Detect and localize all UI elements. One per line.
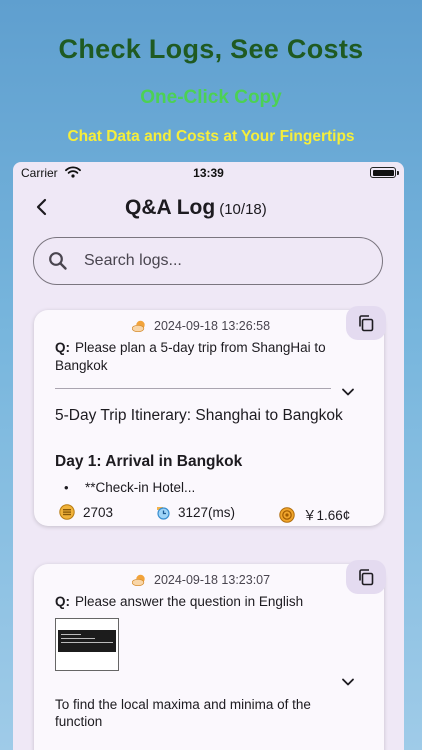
nav-bar: Q&A Log (10/18): [13, 188, 404, 228]
log-timestamp-text: 2024-09-18 13:26:58: [154, 319, 271, 333]
search-bar[interactable]: [33, 237, 383, 285]
back-button[interactable]: [31, 196, 53, 218]
log-timestamp: 2024-09-18 13:26:58: [132, 319, 270, 333]
status-bar: Carrier 13:39: [13, 162, 404, 184]
log-count: (10/18): [219, 201, 267, 218]
log-stats: 2703 3127(ms) ￥1.66¢: [34, 504, 384, 524]
timer-icon: [157, 507, 170, 520]
token-count: 2703: [83, 505, 114, 520]
status-time: 13:39: [193, 166, 224, 180]
answer-text: To find the local maxima and minima of t…: [55, 697, 311, 729]
duration-value: 3127(ms): [178, 505, 236, 520]
question-prefix: Q:: [55, 340, 70, 355]
question-text: Please answer the question in English: [75, 594, 304, 609]
question-prefix: Q:: [55, 594, 70, 609]
copy-icon: [359, 569, 374, 586]
bullet-dot: •: [64, 480, 69, 495]
cost-stat: ￥1.66¢: [279, 504, 350, 524]
bullet-text: **Check-in Hotel...: [85, 480, 196, 495]
promo-tagline: Chat Data and Costs at Your Fingertips: [67, 128, 355, 145]
coin-stack-icon: [59, 504, 75, 520]
log-timestamp-text: 2024-09-18 13:23:07: [154, 573, 271, 587]
promo-subtitle: One-Click Copy: [140, 87, 282, 108]
copy-icon: [359, 315, 374, 332]
thumbnail-code-block: [58, 630, 116, 652]
log-timestamp: 2024-09-18 13:23:07: [132, 573, 270, 587]
duration-stat: 3127(ms): [154, 504, 235, 520]
battery-icon: [370, 167, 399, 178]
chevron-down-icon[interactable]: [340, 387, 356, 397]
search-icon: [49, 252, 67, 270]
cloud-sun-icon: [132, 574, 145, 586]
cost-value: ￥1.66¢: [303, 508, 351, 523]
answer-title: 5-Day Trip Itinerary: Shanghai to Bangko…: [55, 407, 343, 424]
page-title: Q&A Log (10/18): [125, 196, 267, 220]
search-input[interactable]: [84, 248, 364, 274]
copy-button[interactable]: [346, 306, 386, 340]
answer-heading: Day 1: Arrival in Bangkok: [55, 453, 243, 470]
log-card[interactable]: 2024-09-18 13:23:07 Q: Please answer the …: [34, 560, 386, 750]
question-text: Please plan a 5-day trip from ShangHai t…: [55, 340, 326, 373]
promo-title: Check Logs, See Costs: [58, 34, 364, 64]
page-title-text: Q&A Log: [125, 196, 216, 219]
copy-button[interactable]: [346, 560, 386, 594]
token-stat: 2703: [59, 504, 113, 520]
log-question: Q: Please answer the question in English: [55, 593, 365, 611]
phone-screen: Carrier 13:39 Q&A Log (10/18) Search log…: [13, 162, 404, 750]
log-question: Q: Please plan a 5-day trip from ShangHai…: [55, 339, 365, 375]
cloud-sun-icon: [132, 320, 145, 332]
chevron-down-icon[interactable]: [340, 677, 356, 687]
attached-image-thumbnail[interactable]: [55, 618, 119, 671]
log-card[interactable]: 2024-09-18 13:26:58 Q: Please plan a 5-da…: [34, 306, 386, 526]
divider: [55, 388, 331, 389]
coin-icon: [279, 507, 295, 523]
